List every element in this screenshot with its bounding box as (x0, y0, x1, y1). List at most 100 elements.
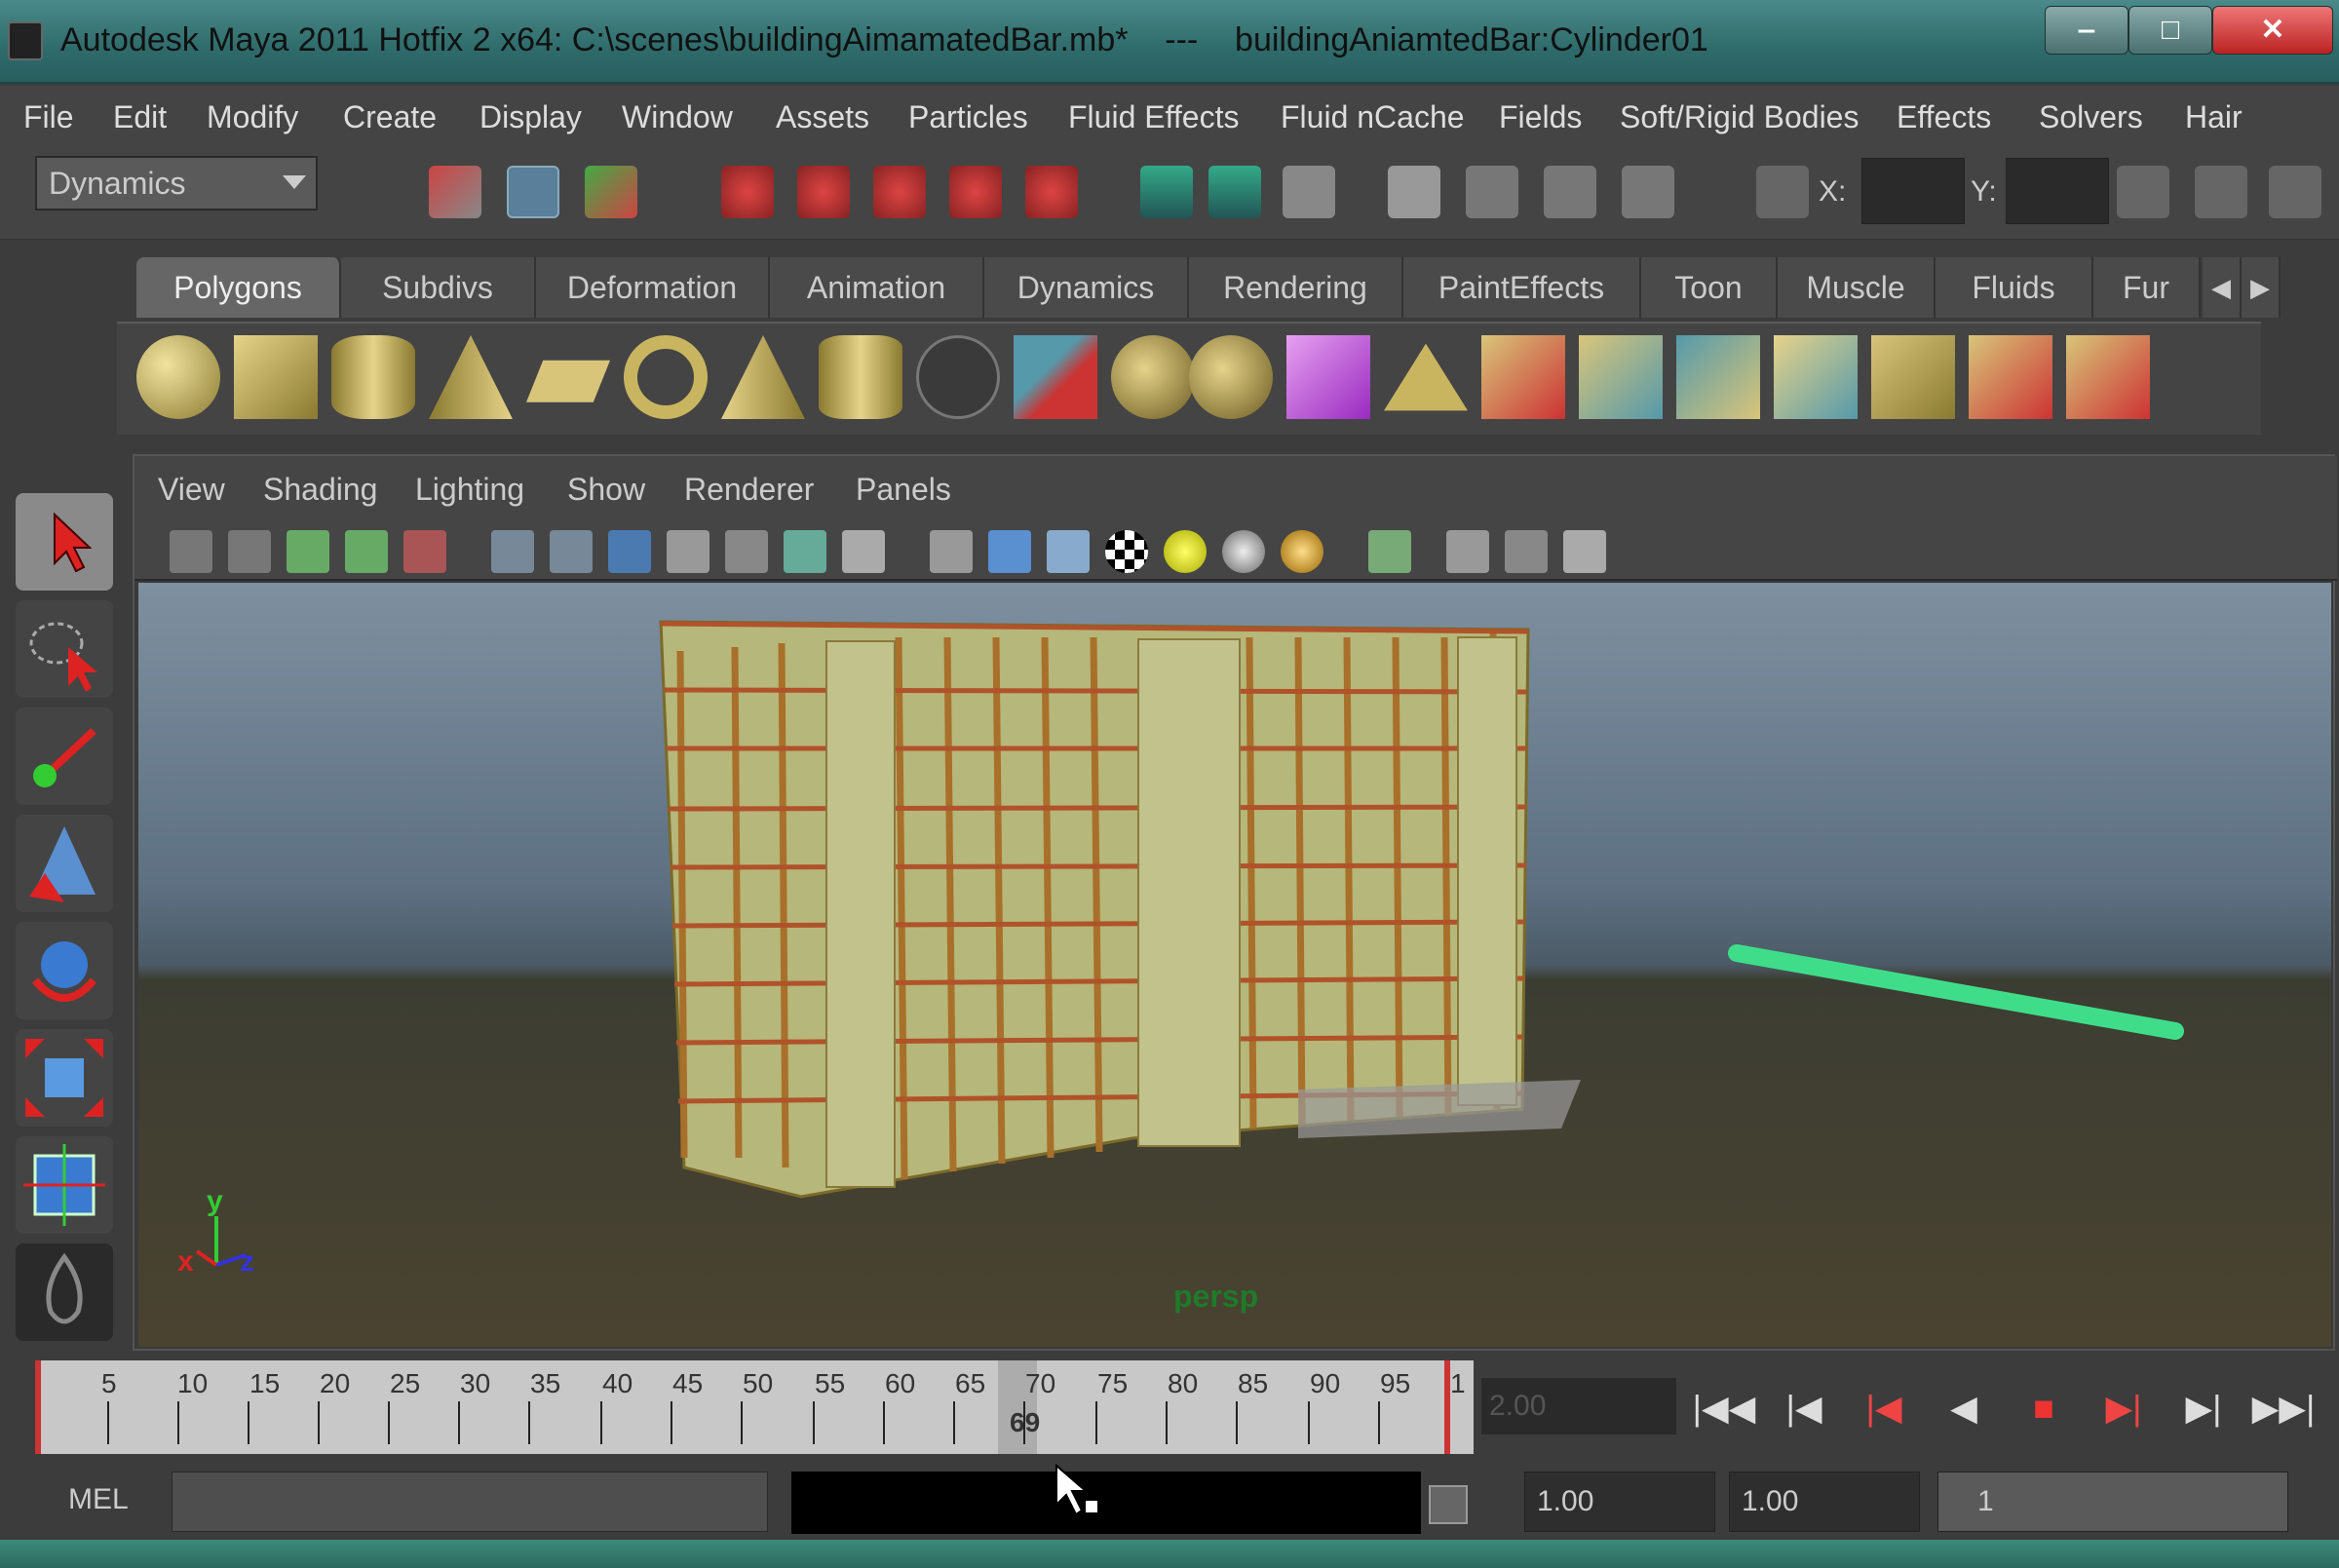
textured-icon[interactable] (1105, 530, 1148, 573)
panel-menu-show[interactable]: Show (567, 472, 645, 508)
tab-painteffects[interactable]: PaintEffects (1403, 257, 1641, 318)
step-back-key-button[interactable]: |◀ (1772, 1378, 1836, 1438)
select-by-object-icon[interactable] (507, 166, 559, 218)
append-polygon-icon[interactable] (1579, 335, 1663, 419)
combine-icon[interactable] (1014, 335, 1097, 419)
poly-cube-selected-icon[interactable] (1286, 335, 1370, 419)
menu-hair[interactable]: Hair (2185, 99, 2243, 135)
panel-menu-panels[interactable]: Panels (856, 472, 951, 508)
mel-label[interactable]: MEL (68, 1483, 129, 1516)
render-settings-icon[interactable] (1544, 166, 1596, 218)
y-coordinate-field[interactable] (2006, 158, 2109, 224)
poly-pyramid-icon[interactable] (721, 335, 805, 419)
menu-display[interactable]: Display (479, 99, 582, 135)
sidebar-toggle-icon[interactable] (2117, 166, 2169, 218)
xray-components-icon[interactable] (1563, 530, 1606, 573)
bevel-icon[interactable] (1871, 335, 1955, 419)
lasso-tool-icon[interactable] (16, 600, 113, 698)
bridge-icon[interactable] (1481, 335, 1565, 419)
xray-joints-icon[interactable] (1505, 530, 1548, 573)
delete-edge-icon[interactable] (2066, 335, 2150, 419)
poly-cube-icon[interactable] (234, 335, 318, 419)
select-tool-icon[interactable] (16, 493, 113, 591)
persp-viewport[interactable]: y z x persp (138, 583, 2331, 1347)
tab-subdivs[interactable]: Subdivs (341, 257, 536, 318)
snap-curve-icon[interactable] (797, 166, 850, 218)
step-back-frame-button[interactable]: |◀ (1852, 1378, 1916, 1438)
menu-fields[interactable]: Fields (1499, 99, 1582, 135)
poly-cylinder-icon[interactable] (331, 335, 415, 419)
tab-rendering[interactable]: Rendering (1189, 257, 1403, 318)
menu-modify[interactable]: Modify (207, 99, 298, 135)
menu-window[interactable]: Window (622, 99, 733, 135)
menu-soft-rigid-bodies[interactable]: Soft/Rigid Bodies (1620, 99, 1859, 135)
building-mesh[interactable] (659, 620, 1581, 1199)
safe-action-icon[interactable] (784, 530, 826, 573)
make-live-icon[interactable] (1025, 166, 1078, 218)
camera-select-icon[interactable] (170, 530, 212, 573)
channel-box-icon[interactable] (2269, 166, 2321, 218)
current-time-field[interactable]: 2.00 (1481, 1378, 1676, 1434)
close-button[interactable]: ✕ (2212, 6, 2333, 55)
bookmarks-icon[interactable] (287, 530, 329, 573)
menu-create[interactable]: Create (343, 99, 437, 135)
tab-polygons[interactable]: Polygons (136, 257, 341, 318)
safe-title-icon[interactable] (842, 530, 885, 573)
manipulator-tool-icon[interactable] (16, 1136, 113, 1234)
extrude-icon[interactable] (1384, 343, 1468, 411)
shelf-scroll-right-icon[interactable]: ▶ (2242, 257, 2281, 318)
wireframe-icon[interactable] (930, 530, 973, 573)
menu-file[interactable]: File (23, 99, 74, 135)
shadows-icon[interactable] (1222, 530, 1265, 573)
menu-edit[interactable]: Edit (113, 99, 167, 135)
render-current-frame-icon[interactable] (1388, 166, 1440, 218)
poly-torus-icon[interactable] (624, 335, 708, 419)
go-to-end-button[interactable]: ▶▶| (2251, 1378, 2316, 1438)
stop-button[interactable]: ■ (2012, 1378, 2076, 1438)
tab-muscle[interactable]: Muscle (1778, 257, 1936, 318)
range-start-field[interactable]: 1.00 (1524, 1472, 1715, 1532)
wireframe-on-shaded-icon[interactable] (1047, 530, 1090, 573)
ipr-render-icon[interactable] (1466, 166, 1518, 218)
render-view-icon[interactable] (1283, 166, 1335, 218)
animated-bar-cylinder01[interactable] (1728, 944, 2184, 1040)
script-editor-icon[interactable] (1429, 1485, 1468, 1524)
tab-dynamics[interactable]: Dynamics (984, 257, 1189, 318)
tab-fur[interactable]: Fur (2093, 257, 2201, 318)
shelf-scroll-left-icon[interactable]: ◀ (2203, 257, 2242, 318)
tab-fluids[interactable]: Fluids (1936, 257, 2093, 318)
menu-assets[interactable]: Assets (776, 99, 869, 135)
select-by-hierarchy-icon[interactable] (429, 166, 481, 218)
separate-icon[interactable] (1111, 335, 1195, 419)
menu-effects[interactable]: Effects (1897, 99, 1991, 135)
hypershade-icon[interactable] (1622, 166, 1674, 218)
isolate-select-icon[interactable] (1368, 530, 1411, 573)
select-by-component-icon[interactable] (585, 166, 637, 218)
minimize-button[interactable]: ‒ (2045, 6, 2128, 55)
merge-icon[interactable] (1969, 335, 2052, 419)
panel-menu-view[interactable]: View (158, 472, 225, 508)
input-box-icon[interactable] (1756, 166, 1809, 218)
smooth-shade-icon[interactable] (988, 530, 1031, 573)
gate-mask-icon[interactable] (667, 530, 709, 573)
high-quality-icon[interactable] (1281, 530, 1323, 573)
poly-platonic-icon[interactable] (916, 335, 1000, 419)
panel-menu-lighting[interactable]: Lighting (415, 472, 524, 508)
tab-animation[interactable]: Animation (770, 257, 984, 318)
resolution-gate-icon[interactable] (608, 530, 651, 573)
menu-particles[interactable]: Particles (908, 99, 1028, 135)
xray-icon[interactable] (1446, 530, 1489, 573)
2d-pan-zoom-icon[interactable] (403, 530, 446, 573)
split-polygon-icon[interactable] (1676, 335, 1760, 419)
maya-app-icon[interactable] (8, 21, 43, 60)
last-used-tool-icon[interactable] (16, 1243, 113, 1341)
construction-history-icon[interactable] (1208, 166, 1261, 218)
menu-fluid-ncache[interactable]: Fluid nCache (1281, 99, 1465, 135)
snap-view-plane-icon[interactable] (949, 166, 1002, 218)
menuset-dropdown[interactable]: Dynamics (35, 156, 318, 210)
use-all-lights-icon[interactable] (1164, 530, 1207, 573)
go-to-start-button[interactable]: |◀◀ (1692, 1378, 1756, 1438)
tab-deformation[interactable]: Deformation (536, 257, 770, 318)
field-chart-icon[interactable] (725, 530, 768, 573)
insert-edge-loop-icon[interactable] (1774, 335, 1858, 419)
